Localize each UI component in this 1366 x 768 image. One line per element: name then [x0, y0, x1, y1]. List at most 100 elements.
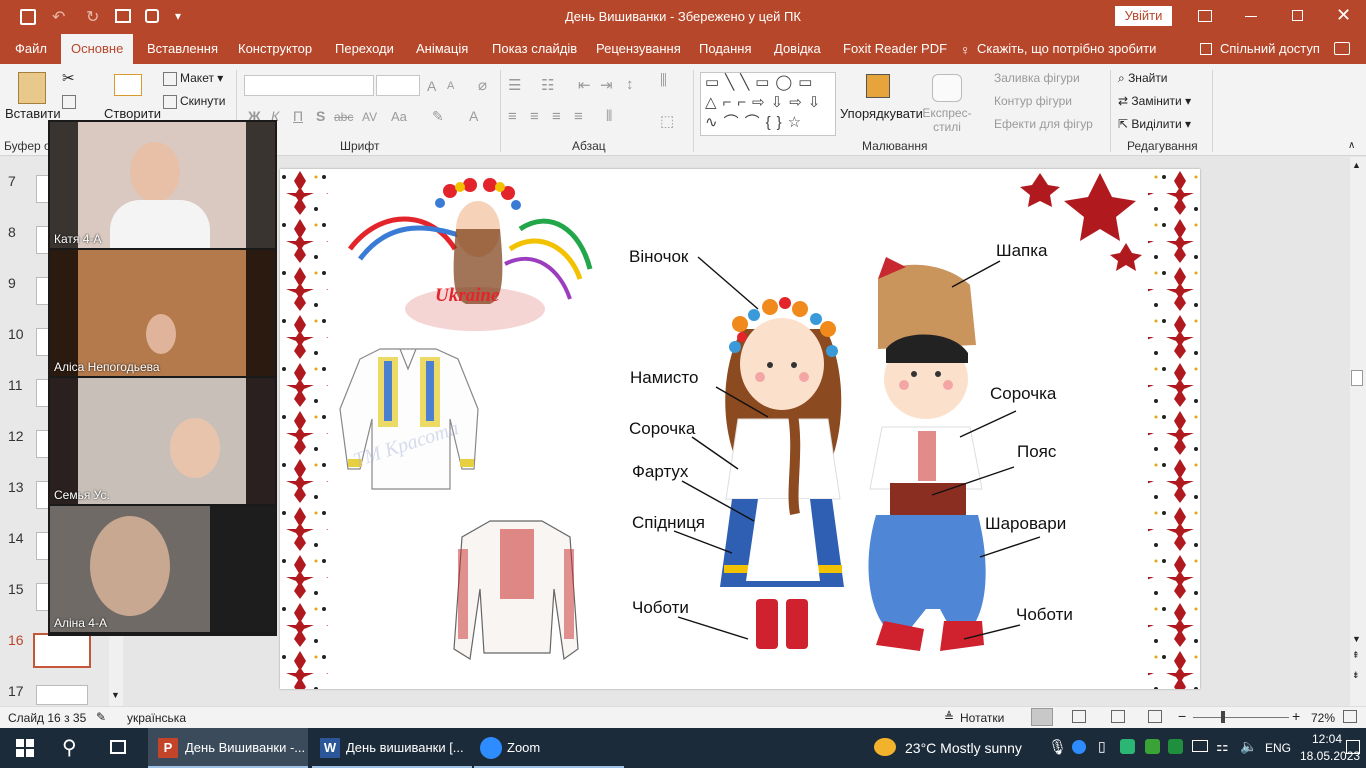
shrink-font-icon[interactable]: A: [447, 80, 454, 92]
paste-button[interactable]: Вставити: [5, 106, 61, 121]
next-slide-icon[interactable]: ⇟: [1352, 670, 1360, 681]
fit-slide-icon[interactable]: [1343, 710, 1357, 723]
task-view-icon[interactable]: [110, 740, 126, 754]
reading-view-icon[interactable]: [1111, 710, 1125, 723]
tray-app-icon[interactable]: [1168, 739, 1183, 754]
share-button[interactable]: Спільний доступ: [1220, 34, 1320, 64]
align-left-icon[interactable]: ≡: [508, 108, 517, 125]
justify-icon[interactable]: ≡: [574, 108, 583, 125]
bullets-icon[interactable]: ☰: [508, 76, 521, 94]
grow-font-icon[interactable]: A: [427, 78, 436, 94]
tab-insert[interactable]: Вставлення: [147, 34, 218, 64]
select-button[interactable]: ⇱ Виділити ▾: [1118, 117, 1191, 131]
shape-outline-button[interactable]: Контур фігури: [994, 94, 1072, 108]
arrange-button[interactable]: Упорядкувати: [840, 106, 923, 121]
tab-review[interactable]: Рецензування: [596, 34, 681, 64]
language-indicator[interactable]: ENG: [1265, 741, 1291, 755]
close-icon[interactable]: ✕: [1336, 5, 1351, 26]
tab-view[interactable]: Подання: [699, 34, 752, 64]
scroll-thumb[interactable]: [1351, 370, 1363, 386]
font-name-input[interactable]: [244, 75, 374, 96]
slide-thumbnail-active[interactable]: [33, 633, 91, 668]
zoom-video-panel[interactable]: Катя 4-А Аліса Непогодьева Семья Ус. Алі…: [48, 120, 277, 636]
redo-icon[interactable]: ↻: [86, 7, 99, 27]
new-slide-button[interactable]: Створити: [104, 106, 161, 121]
scroll-up-icon[interactable]: ▲: [1352, 160, 1361, 170]
slide-sorter-icon[interactable]: [1072, 710, 1086, 723]
reset-button[interactable]: Скинути: [163, 94, 225, 109]
tab-foxit[interactable]: Foxit Reader PDF: [843, 34, 947, 64]
zoom-in-icon[interactable]: +: [1292, 708, 1300, 724]
prev-slide-icon[interactable]: ⇞: [1352, 650, 1360, 661]
slide-counter[interactable]: Слайд 16 з 35: [8, 711, 86, 725]
restore-icon[interactable]: [1292, 10, 1303, 21]
collapse-ribbon-icon[interactable]: ∧: [1348, 140, 1355, 151]
align-center-icon[interactable]: ≡: [530, 108, 539, 125]
new-slide-icon[interactable]: [114, 74, 142, 96]
text-direction-icon[interactable]: ⫼: [660, 72, 667, 89]
tab-transitions[interactable]: Переходи: [335, 34, 394, 64]
save-icon[interactable]: [20, 9, 36, 25]
customize-qat-icon[interactable]: ▾: [175, 9, 181, 23]
tab-animations[interactable]: Анімація: [416, 34, 468, 64]
scroll-down-icon[interactable]: ▼: [111, 690, 120, 700]
tab-design[interactable]: Конструктор: [238, 34, 312, 64]
numbering-icon[interactable]: ☷: [541, 76, 554, 94]
notifications-icon[interactable]: [1346, 740, 1360, 754]
font-size-input[interactable]: [376, 75, 420, 96]
align-right-icon[interactable]: ≡: [552, 108, 561, 125]
zoom-slider-thumb[interactable]: [1221, 711, 1225, 723]
slide-canvas[interactable]: Ukraine ТМ Красота Віночок Намисто Сороч…: [280, 169, 1200, 689]
shape-fill-button[interactable]: Заливка фігури: [994, 71, 1080, 85]
signin-button[interactable]: Увійти: [1115, 6, 1172, 26]
tab-slideshow[interactable]: Показ слайдів: [492, 34, 577, 64]
editor-scrollbar[interactable]: [1350, 157, 1366, 706]
windows-start-icon[interactable]: [16, 739, 34, 757]
weather-text[interactable]: 23°C Mostly sunny: [905, 740, 1022, 756]
security-icon[interactable]: [1145, 739, 1160, 754]
normal-view-icon[interactable]: [1031, 708, 1053, 726]
zoom-out-icon[interactable]: −: [1178, 708, 1186, 724]
layout-button[interactable]: Макет ▾: [163, 71, 223, 86]
zoom-slider[interactable]: [1193, 717, 1289, 718]
decrease-indent-icon[interactable]: ⇤: [578, 76, 591, 94]
quick-styles-icon[interactable]: [932, 74, 962, 102]
find-button[interactable]: ⌕ Знайти: [1118, 71, 1168, 86]
font-color-icon[interactable]: A: [469, 108, 478, 124]
copy-icon[interactable]: [62, 94, 79, 109]
line-spacing-icon[interactable]: ↕: [626, 76, 634, 93]
comments-icon[interactable]: [1334, 42, 1350, 55]
network-icon[interactable]: ⚏: [1216, 738, 1229, 755]
shapes-gallery[interactable]: ▭╲╲▭◯▭ △⌐⌐⇨⇩⇨⇩ ∿⌒⌒{}☆: [700, 72, 836, 136]
video-tile-active[interactable]: Аліна 4-А: [50, 506, 275, 632]
clear-format-icon[interactable]: ⌀: [478, 76, 487, 94]
minimize-icon[interactable]: [1245, 16, 1257, 17]
slide-thumbnail[interactable]: [36, 685, 88, 705]
char-spacing-button[interactable]: AV: [362, 110, 377, 124]
display-icon[interactable]: [1192, 740, 1208, 752]
language-indicator[interactable]: українська: [127, 711, 186, 725]
taskbar-app-zoom[interactable]: Zoom: [474, 728, 624, 768]
increase-indent-icon[interactable]: ⇥: [600, 76, 613, 94]
present-icon[interactable]: [115, 9, 131, 23]
tab-home[interactable]: Основне: [61, 34, 134, 64]
video-tile[interactable]: Катя 4-А: [50, 122, 275, 248]
volume-icon[interactable]: 🔈: [1240, 738, 1257, 755]
weather-icon[interactable]: [874, 738, 896, 756]
tell-me-search[interactable]: Скажіть, що потрібно зробити: [977, 34, 1156, 64]
zoom-level[interactable]: 72%: [1311, 711, 1335, 725]
spellcheck-icon[interactable]: ✎: [96, 710, 106, 724]
tab-help[interactable]: Довідка: [774, 34, 821, 64]
paste-icon[interactable]: [18, 72, 46, 104]
ribbon-display-icon[interactable]: [1198, 10, 1212, 22]
highlight-icon[interactable]: ✎: [432, 108, 444, 125]
taskbar-app-word[interactable]: W День вишиванки [...: [312, 728, 472, 768]
microphone-icon[interactable]: 🎙: [1048, 738, 1067, 756]
columns-icon[interactable]: ⫴: [606, 108, 612, 125]
shape-effects-button[interactable]: Ефекти для фігур: [994, 117, 1093, 131]
video-tile[interactable]: Семья Ус.: [50, 378, 275, 504]
undo-icon[interactable]: ↶: [52, 7, 65, 27]
taskbar-app-powerpoint[interactable]: P День Вишиванки -...: [148, 728, 308, 768]
quick-styles-button[interactable]: Експрес-стилі: [922, 106, 972, 134]
touch-mode-icon[interactable]: [145, 9, 159, 23]
